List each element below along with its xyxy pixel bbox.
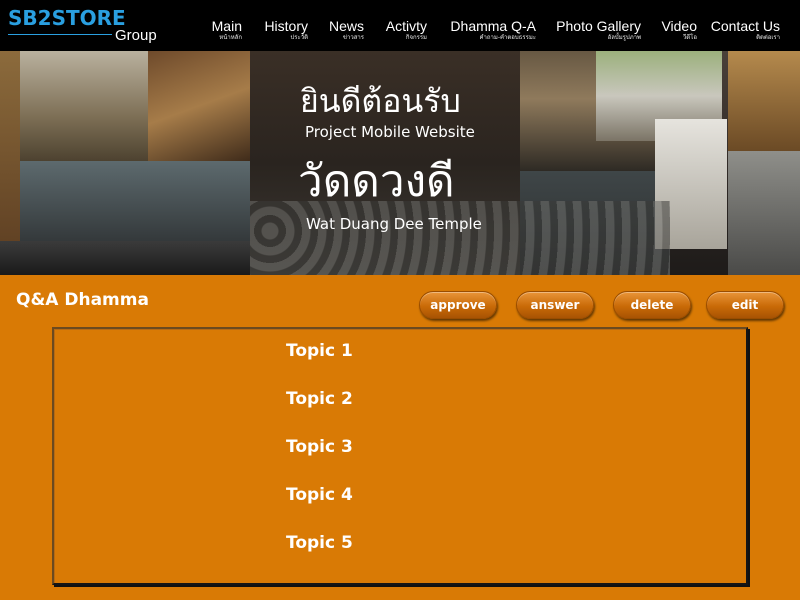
banner-photo-tile bbox=[148, 51, 250, 161]
alms-bowls-pattern bbox=[250, 201, 670, 275]
edit-button[interactable]: edit bbox=[706, 291, 784, 319]
brand-suffix: Group bbox=[115, 27, 157, 44]
nav-item-dhamma-qa[interactable]: Dhamma Q-A คำถาม-คำตอบธรรมะ bbox=[450, 18, 536, 48]
topic-item[interactable]: Topic 4 bbox=[286, 484, 353, 506]
temple-english-name: Wat Duang Dee Temple bbox=[306, 215, 482, 233]
approve-button[interactable]: approve bbox=[419, 291, 497, 319]
nav-item-contact-us[interactable]: Contact Us ติดต่อเรา bbox=[711, 18, 780, 48]
banner-photo-tile bbox=[20, 161, 250, 241]
banner-photo-tile bbox=[728, 51, 800, 151]
nav-item-history[interactable]: History ประวัติ bbox=[264, 18, 308, 48]
nav-sublabel: อัลบั้มรูปภาพ bbox=[607, 34, 641, 41]
nav-sublabel: กิจกรรม bbox=[405, 34, 427, 41]
nav-label: Video bbox=[661, 18, 697, 34]
banner-photo-tile bbox=[20, 51, 148, 161]
page-title: Q&A Dhamma bbox=[16, 290, 149, 310]
hero-banner: ยินดีต้อนรับ Project Mobile Website วัดด… bbox=[0, 51, 800, 275]
topic-item[interactable]: Topic 1 bbox=[286, 340, 353, 362]
nav-item-activity[interactable]: Activty กิจกรรม bbox=[386, 18, 427, 48]
nav-sublabel: หน้าหลัก bbox=[219, 34, 242, 41]
nav-sublabel: ติดต่อเรา bbox=[756, 34, 780, 41]
topic-list-panel bbox=[52, 327, 748, 585]
topic-item[interactable]: Topic 5 bbox=[286, 532, 353, 554]
welcome-english-text: Project Mobile Website bbox=[305, 123, 475, 141]
nav-item-main[interactable]: Main หน้าหลัก bbox=[212, 18, 242, 48]
banner-photo-tile bbox=[0, 241, 250, 275]
nav-sublabel: ข่าวสาร bbox=[342, 34, 364, 41]
nav-label: News bbox=[328, 18, 364, 34]
answer-button[interactable]: answer bbox=[516, 291, 594, 319]
nav-sublabel: วีดีโอ bbox=[682, 34, 697, 41]
nav-item-news[interactable]: News ข่าวสาร bbox=[329, 18, 364, 48]
banner-photo-tile bbox=[728, 151, 800, 275]
delete-button[interactable]: delete bbox=[613, 291, 691, 319]
nav-label: Main bbox=[211, 18, 242, 34]
nav-sublabel: คำถาม-คำตอบธรรมะ bbox=[479, 34, 536, 41]
nav-item-video[interactable]: Video วีดีโอ bbox=[661, 18, 697, 48]
topic-item[interactable]: Topic 3 bbox=[286, 436, 353, 458]
welcome-thai-text: ยินดีต้อนรับ bbox=[300, 82, 461, 120]
top-navigation-bar: SB2STORE Group Main หน้าหลัก History ประ… bbox=[0, 0, 800, 51]
topic-item[interactable]: Topic 2 bbox=[286, 388, 353, 410]
nav-label: Contact Us bbox=[710, 18, 780, 34]
nav-label: History bbox=[264, 18, 308, 34]
brand-name: SB2STORE bbox=[8, 6, 126, 30]
nav-label: Dhamma Q-A bbox=[450, 18, 536, 34]
nav-sublabel: ประวัติ bbox=[290, 34, 308, 41]
nav-label: Activty bbox=[385, 18, 427, 34]
temple-thai-name: วัดดวงดี bbox=[298, 156, 455, 207]
nav-item-photo-gallery[interactable]: Photo Gallery อัลบั้มรูปภาพ bbox=[556, 18, 641, 48]
brand-logo[interactable]: SB2STORE Group bbox=[8, 6, 168, 46]
nav-label: Photo Gallery bbox=[556, 18, 641, 34]
brand-underline bbox=[8, 34, 112, 35]
